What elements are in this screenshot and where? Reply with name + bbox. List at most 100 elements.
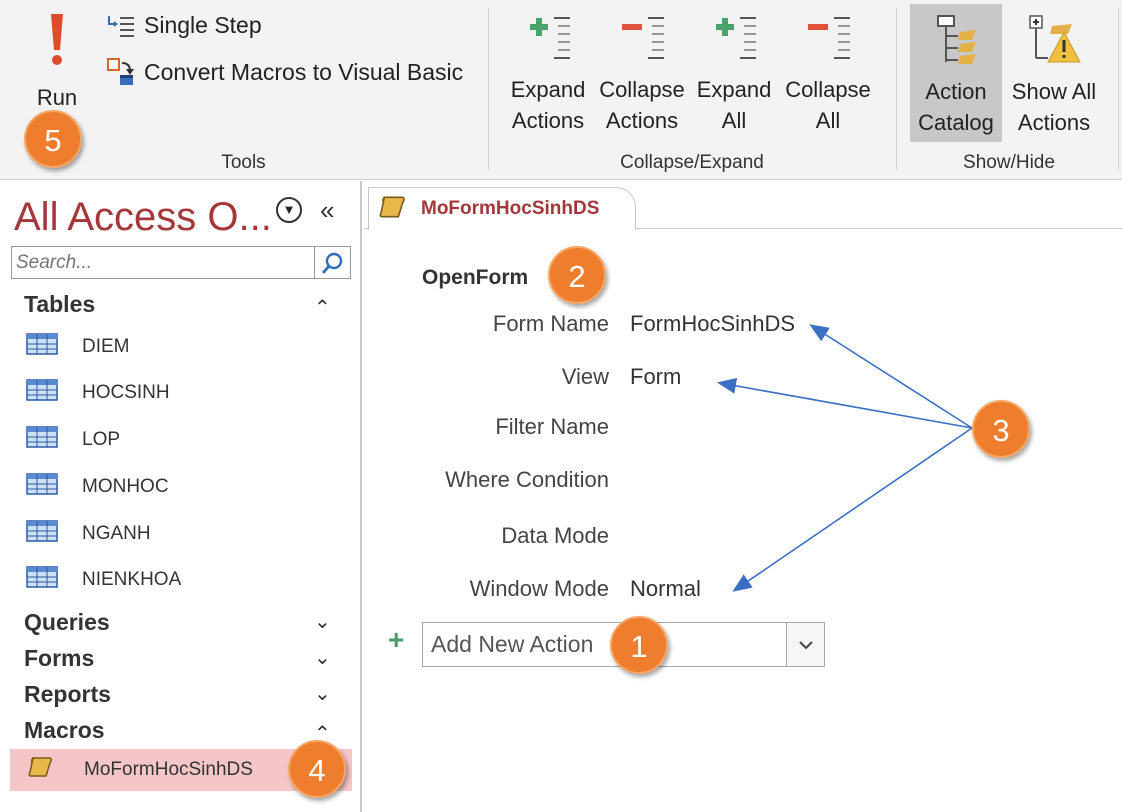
section-forms-header[interactable]: Forms <box>24 645 94 672</box>
collapse-all-button[interactable]: Collapse All <box>780 12 876 136</box>
run-button[interactable]: Run <box>26 10 88 113</box>
table-item[interactable]: LOP <box>26 420 120 460</box>
show-hide-group-label: Show/Hide <box>963 152 1055 173</box>
arg-window-mode-value[interactable]: Normal <box>630 576 701 602</box>
arrow-to-view <box>716 377 973 429</box>
action-catalog-icon <box>937 15 976 64</box>
macro-icon <box>28 755 62 785</box>
show-hide-group: Action Catalog Show All Actions Show/Hid… <box>898 0 1120 180</box>
action-catalog-label-2: Catalog <box>918 110 994 135</box>
expand-actions-button[interactable]: Expand Actions <box>506 12 590 136</box>
table-icon <box>26 379 60 407</box>
document-tab-label: MoFormHocSinhDS <box>421 198 600 219</box>
callout-1: 1 <box>610 616 668 674</box>
action-catalog-label-1: Action <box>925 79 987 104</box>
navigation-pane: All Access O... ▼ « Tables ⌃ DIEM HOCSINH… <box>0 181 362 812</box>
expand-actions-icon <box>530 17 570 59</box>
section-forms-label: Forms <box>24 645 95 671</box>
expand-all-button[interactable]: Expand All <box>694 12 774 136</box>
expand-all-label-2: All <box>721 108 747 133</box>
nav-search-input[interactable] <box>12 247 314 278</box>
arg-where-condition-label: Where Condition <box>445 467 609 492</box>
chevron-up-icon[interactable]: ⌃ <box>314 295 331 320</box>
section-queries-label: Queries <box>24 609 110 635</box>
table-item[interactable]: NIENKHOA <box>26 560 181 600</box>
add-action-plus-icon: + <box>388 624 405 655</box>
arg-view-label: View <box>561 364 609 389</box>
run-icon <box>51 14 63 65</box>
collapse-actions-icon <box>622 17 664 59</box>
document-tab-bar: MoFormHocSinhDS <box>364 181 1122 230</box>
ribbon: Run Single Step Convert Macros to Visual… <box>0 0 1122 180</box>
search-icon[interactable] <box>314 247 350 278</box>
callout-2: 2 <box>548 246 606 304</box>
collapse-actions-label-2: Actions <box>605 108 679 133</box>
nav-menu-dropdown-icon[interactable]: ▼ <box>276 197 302 223</box>
section-tables-label: Tables <box>24 291 96 317</box>
section-macros-header[interactable]: Macros <box>24 717 105 744</box>
table-item-label: MONHOC <box>82 476 169 497</box>
shutter-bar-collapse-icon[interactable]: « <box>320 195 334 226</box>
chevron-down-icon[interactable] <box>786 623 824 666</box>
collapse-actions-button[interactable]: Collapse Actions <box>594 12 690 136</box>
chevron-down-icon[interactable]: ⌄ <box>314 609 331 634</box>
macro-item-label: MoFormHocSinhDS <box>84 759 253 780</box>
tab-mo-form-hoc-sinh-ds[interactable]: MoFormHocSinhDS <box>368 187 636 230</box>
arg-view-value[interactable]: Form <box>630 364 681 390</box>
table-item[interactable]: MONHOC <box>26 467 169 507</box>
collapse-expand-group-label: Collapse/Expand <box>620 152 764 173</box>
table-icon <box>26 473 60 501</box>
expand-all-label-1: Expand <box>696 77 772 102</box>
table-icon <box>26 426 60 454</box>
collapse-actions-label-1: Collapse <box>599 77 685 102</box>
arrow-to-form-name <box>809 324 973 429</box>
table-icon <box>26 333 60 361</box>
show-all-actions-button[interactable]: Show All Actions <box>1006 12 1102 138</box>
table-item-label: LOP <box>82 429 121 450</box>
show-all-actions-icon <box>1029 15 1081 63</box>
callout-5: 5 <box>24 110 82 168</box>
convert-macros-label: Convert Macros to Visual Basic <box>144 58 464 85</box>
callout-3: 3 <box>972 400 1030 458</box>
add-new-action-text[interactable]: Add New Action <box>423 623 786 666</box>
run-label: Run <box>36 85 78 110</box>
action-block-title[interactable]: OpenForm <box>422 266 528 290</box>
macro-icon <box>379 194 407 225</box>
collapse-all-label-1: Collapse <box>785 77 871 102</box>
table-item-label: HOCSINH <box>82 382 170 403</box>
action-catalog-button[interactable]: Action Catalog <box>910 4 1002 142</box>
chevron-down-icon[interactable]: ⌄ <box>314 645 331 670</box>
section-reports-header[interactable]: Reports <box>24 681 111 708</box>
table-item-label: DIEM <box>82 336 130 357</box>
show-all-actions-label-1: Show All <box>1011 79 1097 104</box>
ribbon-separator <box>1118 8 1119 170</box>
show-all-actions-label-2: Actions <box>1017 110 1091 135</box>
ribbon-separator <box>488 8 489 170</box>
collapse-expand-group: Expand Actions Collapse Actions Expand A… <box>490 0 894 180</box>
single-step-button[interactable]: Single Step <box>106 12 262 39</box>
arg-filter-name-label: Filter Name <box>495 414 609 439</box>
expand-actions-label-1: Expand <box>510 77 586 102</box>
section-tables-header[interactable]: Tables <box>24 291 95 318</box>
section-macros-label: Macros <box>24 717 105 743</box>
callout-4: 4 <box>288 740 346 798</box>
chevron-down-icon[interactable]: ⌄ <box>314 681 331 706</box>
table-item[interactable]: HOCSINH <box>26 373 170 413</box>
convert-macros-icon <box>107 58 134 85</box>
table-item[interactable]: NGANH <box>26 514 151 554</box>
convert-macros-button[interactable]: Convert Macros to Visual Basic <box>106 57 463 87</box>
expand-actions-label-2: Actions <box>511 108 585 133</box>
arg-form-name-label: Form Name <box>492 311 609 336</box>
table-item-label: NGANH <box>82 523 151 544</box>
table-item[interactable]: DIEM <box>26 327 130 367</box>
arg-form-name-value[interactable]: FormHocSinhDS <box>630 311 795 337</box>
nav-pane-title[interactable]: All Access O... <box>14 195 272 240</box>
section-queries-header[interactable]: Queries <box>24 609 110 636</box>
expand-all-icon <box>716 17 756 59</box>
single-step-icon <box>108 15 134 37</box>
table-item-label: NIENKHOA <box>82 569 182 590</box>
section-reports-label: Reports <box>24 681 111 707</box>
table-icon <box>26 520 60 548</box>
single-step-label: Single Step <box>144 12 262 38</box>
collapse-all-label-2: All <box>815 108 841 133</box>
